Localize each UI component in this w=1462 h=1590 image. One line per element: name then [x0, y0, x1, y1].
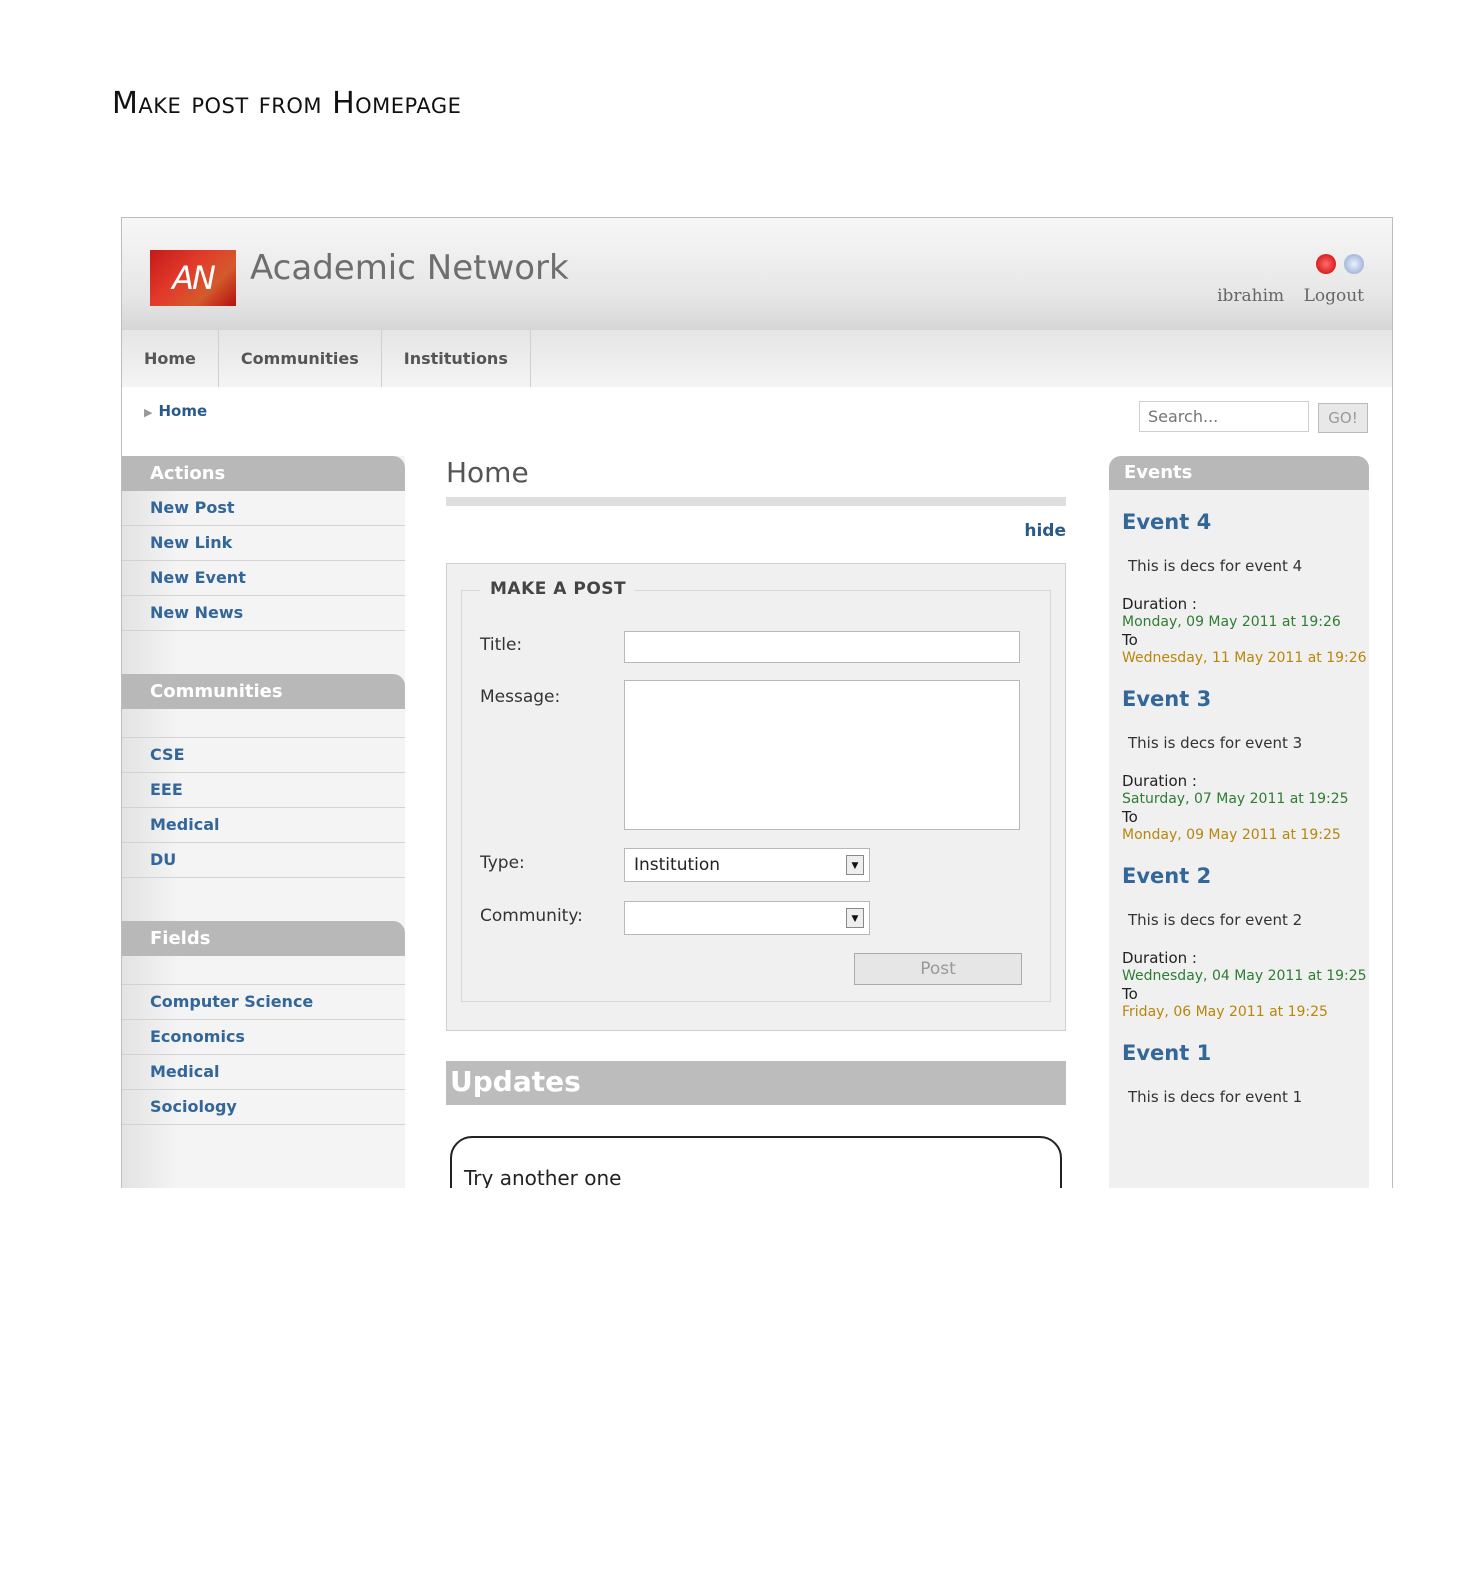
site-logo[interactable]: AN — [150, 250, 236, 306]
to-label: To — [1122, 808, 1138, 826]
power-icon[interactable] — [1316, 254, 1336, 274]
action-new-link[interactable]: New Link — [122, 526, 405, 561]
field-economics[interactable]: Economics — [122, 1020, 405, 1055]
type-select-value: Institution — [634, 855, 721, 875]
community-eee[interactable]: EEE — [122, 773, 405, 808]
logout-link[interactable]: Logout — [1304, 286, 1364, 306]
field-sociology[interactable]: Sociology — [122, 1090, 405, 1125]
communities-header: Communities — [122, 674, 405, 709]
main-content: Home hide MAKE A POST Title: Message: Ty… — [446, 456, 1066, 1188]
event-title[interactable]: Event 4 — [1122, 510, 1369, 534]
event-desc: This is decs for event 4 — [1128, 557, 1303, 575]
action-new-event[interactable]: New Event — [122, 561, 405, 596]
duration-label: Duration : — [1122, 949, 1197, 967]
field-medical[interactable]: Medical — [122, 1055, 405, 1090]
events-header: Events — [1109, 456, 1369, 490]
make-post-form: MAKE A POST Title: Message: Type: Instit… — [461, 579, 1051, 1002]
post-button[interactable]: Post — [854, 953, 1022, 985]
to-label: To — [1122, 985, 1138, 1003]
action-new-news[interactable]: New News — [122, 596, 405, 631]
title-input[interactable] — [624, 631, 1020, 663]
nav-communities[interactable]: Communities — [219, 330, 382, 387]
community-label: Community: — [480, 906, 583, 926]
logo-text: AN — [172, 259, 216, 297]
search-go-button[interactable]: GO! — [1318, 403, 1368, 433]
globe-icon[interactable] — [1344, 254, 1364, 274]
event-desc: This is decs for event 3 — [1128, 734, 1303, 752]
search-input[interactable] — [1139, 401, 1309, 432]
event-title[interactable]: Event 3 — [1122, 687, 1369, 711]
breadcrumb: ▶ Home — [144, 402, 207, 420]
event-start: Monday, 09 May 2011 at 19:26 — [1122, 614, 1341, 630]
updates-header: Updates — [446, 1061, 1066, 1105]
action-new-post[interactable]: New Post — [122, 491, 405, 526]
event-item: Event 3 This is decs for event 3 Duratio… — [1109, 687, 1369, 844]
update-card[interactable]: Try another one — [450, 1136, 1062, 1188]
nav-institutions[interactable]: Institutions — [382, 330, 531, 387]
event-desc: This is decs for event 1 — [1128, 1088, 1303, 1106]
update-preview-text: Try another one — [464, 1166, 622, 1188]
site-header: AN Academic Network ibrahim Logout — [122, 218, 1392, 330]
chevron-down-icon[interactable]: ▼ — [846, 908, 864, 928]
main-nav: Home Communities Institutions — [122, 330, 1392, 387]
document-title: Make post from Homepage — [112, 86, 462, 121]
actions-header: Actions — [122, 456, 405, 491]
header-icons — [1316, 254, 1364, 274]
username-link[interactable]: ibrahim — [1217, 286, 1284, 306]
event-item: Event 2 This is decs for event 2 Duratio… — [1109, 864, 1369, 1021]
fields-header: Fields — [122, 921, 405, 956]
nav-home[interactable]: Home — [122, 330, 219, 387]
event-end: Wednesday, 11 May 2011 at 19:26 — [1122, 650, 1367, 666]
page-title: Home — [446, 456, 529, 489]
event-start: Wednesday, 04 May 2011 at 19:25 — [1122, 968, 1367, 984]
title-label: Title: — [480, 635, 523, 655]
message-textarea[interactable] — [624, 680, 1020, 830]
event-start: Saturday, 07 May 2011 at 19:25 — [1122, 791, 1349, 807]
left-sidebar: Actions New Post New Link New Event New … — [122, 456, 405, 1188]
form-legend: MAKE A POST — [480, 579, 635, 599]
event-title[interactable]: Event 1 — [1122, 1041, 1369, 1065]
to-label: To — [1122, 631, 1138, 649]
field-computer-science[interactable]: Computer Science — [122, 985, 405, 1020]
event-end: Monday, 09 May 2011 at 19:25 — [1122, 827, 1341, 843]
title-divider — [446, 497, 1066, 506]
community-cse[interactable]: CSE — [122, 738, 405, 773]
community-select[interactable]: ▼ — [624, 901, 870, 935]
event-end: Friday, 06 May 2011 at 19:25 — [1122, 1004, 1328, 1020]
type-label: Type: — [480, 853, 525, 873]
community-du[interactable]: DU — [122, 843, 405, 878]
event-title[interactable]: Event 2 — [1122, 864, 1369, 888]
type-select[interactable]: Institution ▼ — [624, 848, 870, 882]
breadcrumb-arrow-icon: ▶ — [144, 406, 153, 419]
event-item: Event 4 This is decs for event 4 Duratio… — [1109, 510, 1369, 667]
events-panel: Events Event 4 This is decs for event 4 … — [1109, 456, 1369, 1188]
user-links: ibrahim Logout — [1203, 286, 1364, 306]
event-desc: This is decs for event 2 — [1128, 911, 1303, 929]
community-medical[interactable]: Medical — [122, 808, 405, 843]
app-title: Academic Network — [250, 248, 569, 288]
event-item: Event 1 This is decs for event 1 — [1109, 1041, 1369, 1106]
breadcrumb-home[interactable]: Home — [158, 402, 207, 420]
hide-link[interactable]: hide — [446, 521, 1066, 541]
browser-frame: AN Academic Network ibrahim Logout Home … — [121, 217, 1393, 1188]
duration-label: Duration : — [1122, 595, 1197, 613]
message-label: Message: — [480, 687, 561, 707]
chevron-down-icon[interactable]: ▼ — [846, 855, 864, 875]
duration-label: Duration : — [1122, 772, 1197, 790]
make-post-panel: MAKE A POST Title: Message: Type: Instit… — [446, 563, 1066, 1031]
